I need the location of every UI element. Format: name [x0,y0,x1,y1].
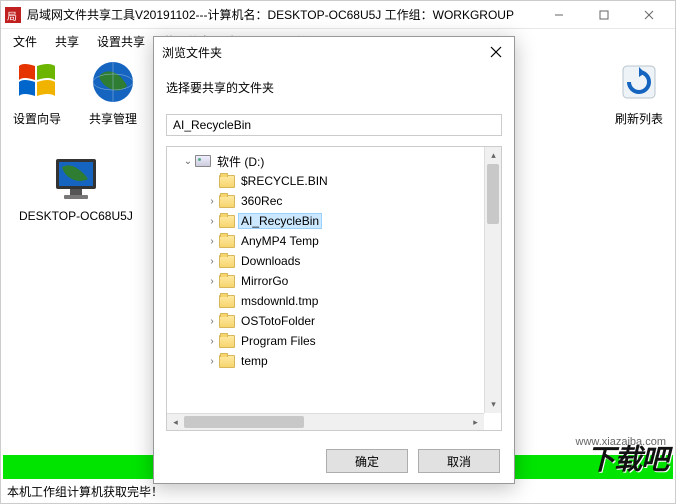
tree-folder-row[interactable]: › Program Files [169,331,499,351]
watermark-text: 下载吧 [587,438,668,478]
scroll-down-button[interactable]: ▾ [485,396,502,413]
toolbar-refresh[interactable]: 刷新列表 [615,58,663,127]
folder-icon [219,215,235,228]
menu-file[interactable]: 文件 [5,31,45,52]
folder-icon [219,335,235,348]
folder-icon [219,355,235,368]
folder-icon [219,235,235,248]
tree-folder-row[interactable]: msdownld.tmp [169,291,499,311]
tree-folder-label: MirrorGo [239,274,290,288]
toolbar-share-mgr[interactable]: 共享管理 [89,58,137,127]
statusbar: 本机工作组计算机获取完毕！ [3,481,673,501]
scrollbar-vertical[interactable]: ▴ ▾ [484,147,501,413]
tree-folder-label: Program Files [239,334,318,348]
status-message: 本机工作组计算机获取完毕！ [7,483,163,500]
selected-path-text: AI_RecycleBin [173,118,251,132]
tree-folder-row[interactable]: › temp [169,351,499,371]
dialog-body: 选择要共享的文件夹 AI_RecycleBin ⌄ 软件 (D:) $RECYC… [154,67,514,439]
selected-path-field[interactable]: AI_RecycleBin [166,114,502,136]
tree-folder-row[interactable]: › MirrorGo [169,271,499,291]
refresh-icon [615,58,663,106]
windows-flag-icon [13,58,61,106]
tree-folder-row[interactable]: › Downloads [169,251,499,271]
chevron-right-icon[interactable]: › [205,216,219,227]
minimize-button[interactable] [536,2,581,28]
folder-icon [219,175,235,188]
folder-icon [219,255,235,268]
tree-folder-row[interactable]: › AnyMP4 Temp [169,231,499,251]
chevron-right-icon[interactable]: › [205,236,219,247]
close-button[interactable] [626,2,671,28]
tree-folder-row[interactable]: › OSTotoFolder [169,311,499,331]
toolbar-wizard[interactable]: 设置向导 [13,58,61,127]
tree-folder-label: Downloads [239,254,302,268]
scroll-thumb-horizontal[interactable] [184,416,304,428]
folder-icon [219,275,235,288]
toolbar-wizard-label: 设置向导 [13,110,61,127]
dialog-close-button[interactable] [486,42,506,62]
tree-root: ⌄ 软件 (D:) $RECYCLE.BIN › 360Rec › AI_Recycle… [167,147,501,375]
tree-drive-row[interactable]: ⌄ 软件 (D:) [169,151,499,171]
scroll-left-button[interactable]: ◂ [167,414,184,431]
scroll-thumb-vertical[interactable] [487,164,499,224]
computer-item[interactable]: DESKTOP-OC68U5J [19,153,133,223]
dialog-footer: 确定 取消 [154,439,514,483]
tree-folder-row[interactable]: › 360Rec [169,191,499,211]
tree-folder-label: $RECYCLE.BIN [239,174,330,188]
chevron-right-icon[interactable]: › [205,256,219,267]
watermark-logo: 下载吧 [587,438,668,478]
chevron-right-icon[interactable]: › [205,356,219,367]
chevron-right-icon[interactable]: › [205,196,219,207]
scroll-right-button[interactable]: ▸ [467,414,484,431]
window-title: 局域网文件共享工具V20191102---计算机名：DESKTOP-OC68U5… [27,6,536,23]
app-icon [5,7,21,23]
folder-icon [219,315,235,328]
drive-icon [195,155,211,167]
computer-monitor-icon [50,153,102,205]
folder-icon [219,195,235,208]
close-icon [490,46,502,58]
chevron-down-icon[interactable]: ⌄ [181,156,195,167]
maximize-button[interactable] [581,2,626,28]
tree-folder-label: AI_RecycleBin [239,214,321,228]
chevron-right-icon[interactable]: › [205,336,219,347]
computer-item-label: DESKTOP-OC68U5J [19,209,133,223]
globe-icon [89,58,137,106]
tree-folder-label: msdownld.tmp [239,294,320,308]
tree-folder-label: AnyMP4 Temp [239,234,321,248]
toolbar-share-mgr-label: 共享管理 [89,110,137,127]
tree-folder-row[interactable]: › AI_RecycleBin [169,211,499,231]
folder-icon [219,295,235,308]
ok-button[interactable]: 确定 [326,449,408,473]
dialog-instruction: 选择要共享的文件夹 [166,75,502,104]
tree-folder-label: OSTotoFolder [239,314,317,328]
scroll-up-button[interactable]: ▴ [485,147,502,164]
chevron-right-icon[interactable]: › [205,316,219,327]
tree-folder-label: temp [239,354,270,368]
chevron-right-icon[interactable]: › [205,276,219,287]
tree-folder-row[interactable]: $RECYCLE.BIN [169,171,499,191]
titlebar: 局域网文件共享工具V20191102---计算机名：DESKTOP-OC68U5… [1,1,675,29]
scrollbar-horizontal[interactable]: ◂ ▸ [167,413,484,430]
menu-share[interactable]: 共享 [47,31,87,52]
tree-drive-label: 软件 (D:) [215,153,266,170]
folder-tree[interactable]: ⌄ 软件 (D:) $RECYCLE.BIN › 360Rec › AI_Recycle… [166,146,502,431]
dialog-titlebar: 浏览文件夹 [154,37,514,67]
window-controls [536,2,671,28]
menu-config-share[interactable]: 设置共享 [89,31,153,52]
tree-folder-label: 360Rec [239,194,284,208]
browse-folder-dialog: 浏览文件夹 选择要共享的文件夹 AI_RecycleBin ⌄ 软件 (D:) … [153,36,515,484]
cancel-button[interactable]: 取消 [418,449,500,473]
dialog-title: 浏览文件夹 [162,44,486,61]
toolbar-refresh-label: 刷新列表 [615,110,663,127]
